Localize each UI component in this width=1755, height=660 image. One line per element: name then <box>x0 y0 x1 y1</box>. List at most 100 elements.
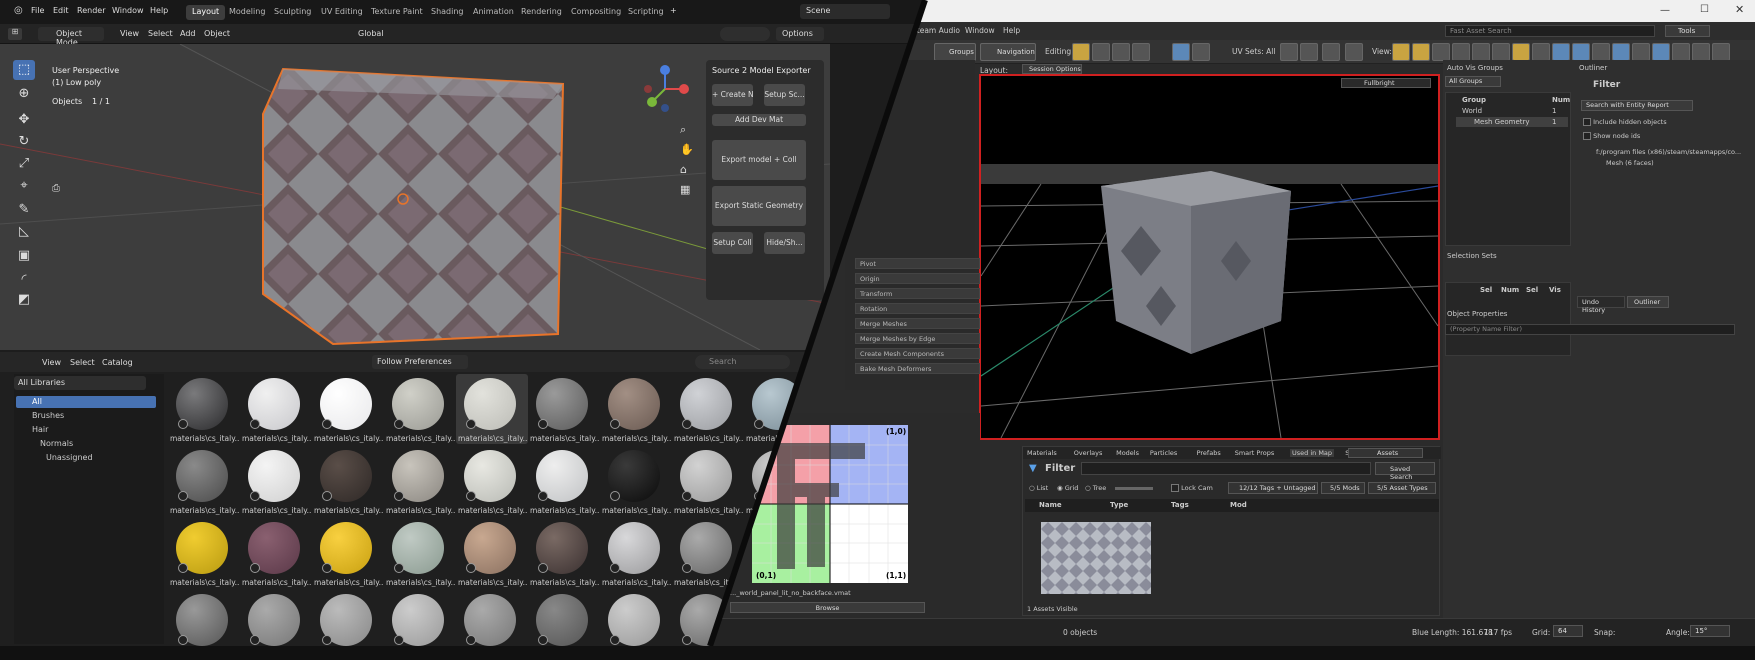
setup-scene-button[interactable]: Setup Sc... <box>764 84 805 106</box>
mesh-op-button[interactable]: Merge Meshes <box>855 318 980 329</box>
browse-button[interactable]: Browse <box>730 602 925 613</box>
asset-menu-catalog[interactable]: Catalog <box>102 358 133 367</box>
tools-dropdown[interactable]: Tools <box>1665 25 1710 37</box>
asset-thumbnail-material[interactable]: materials\cs_italy... <box>312 446 384 516</box>
view-runner-icon[interactable] <box>1532 43 1550 61</box>
asset-thumbnail-material[interactable]: materials\cs_italy... <box>528 374 600 444</box>
view-expand-icon[interactable] <box>1712 43 1730 61</box>
add-workspace-button[interactable]: + <box>670 6 677 15</box>
pan-hand-icon[interactable]: ✋ <box>680 144 694 155</box>
maximize-icon[interactable]: ☐ <box>1700 4 1709 15</box>
tags-filter-button[interactable]: 12/12 Tags + Untagged <box>1228 482 1318 494</box>
col-name[interactable]: Name <box>1039 501 1062 509</box>
menu-add[interactable]: Add <box>180 29 196 38</box>
view-list-radio[interactable]: ○ List <box>1029 484 1048 492</box>
grid-size-dropdown[interactable]: 64 <box>1553 625 1583 637</box>
hide-show-button[interactable]: Hide/Sh... <box>764 232 805 254</box>
mods-filter-button[interactable]: 5/5 Mods <box>1321 482 1365 494</box>
asset-tab[interactable]: Prefabs <box>1197 449 1221 457</box>
asset-thumbnail-material[interactable]: materials\cs_italy... <box>168 374 240 444</box>
cursor-icon[interactable]: ⊕ <box>13 84 35 104</box>
saved-search-button[interactable]: Saved Search <box>1375 462 1435 481</box>
rotate-icon[interactable]: ↻ <box>13 132 35 152</box>
asset-tab[interactable]: Materials <box>1027 449 1057 457</box>
asset-thumbnail-material[interactable]: materials\cs_italy... <box>456 374 528 444</box>
import-method-dropdown[interactable]: Follow Preferences <box>372 355 468 369</box>
asset-thumbnail-material[interactable] <box>528 590 600 660</box>
tab-animation[interactable]: Animation <box>467 5 520 20</box>
mesh-op-button[interactable]: Bake Mesh Deformers <box>855 363 980 374</box>
col-tags[interactable]: Tags <box>1171 501 1189 509</box>
view-lights-icon[interactable] <box>1432 43 1450 61</box>
col-type[interactable]: Type <box>1110 501 1128 509</box>
property-filter-input[interactable]: (Property Name Filter) <box>1445 324 1735 335</box>
mesh-op-button[interactable]: Transform <box>855 288 980 299</box>
show-node-ids-checkbox[interactable]: Show node ids <box>1583 132 1640 140</box>
transform-orientation-dropdown[interactable]: Global <box>358 29 384 38</box>
view-mushroom-icon[interactable] <box>1452 43 1470 61</box>
view-audio-icon[interactable] <box>1572 43 1590 61</box>
asset-thumbnail[interactable] <box>1041 522 1151 594</box>
snap-icon[interactable] <box>1300 43 1318 61</box>
texture-lock-icon[interactable] <box>1280 43 1298 61</box>
menu-help[interactable]: Help <box>150 6 168 15</box>
asset-thumbnail-material[interactable] <box>600 590 672 660</box>
mesh-op-button[interactable]: Create Mesh Components <box>855 348 980 359</box>
bevel-icon[interactable] <box>1322 43 1340 61</box>
gamepad-icon[interactable] <box>1345 43 1363 61</box>
transform-icon[interactable]: ⌖ <box>13 176 35 196</box>
asset-menu-view[interactable]: View <box>42 358 61 367</box>
scene-selector[interactable]: Scene <box>800 4 890 19</box>
thumbnail-size-slider[interactable] <box>1115 487 1153 490</box>
editor-type-icon[interactable]: ⊞ <box>8 28 22 40</box>
assets-dropdown[interactable]: Assets <box>1348 448 1423 458</box>
tab-outliner[interactable]: Outliner <box>1627 296 1669 308</box>
mode-dropdown[interactable]: Object Mode <box>38 27 104 47</box>
view-curve-icon[interactable] <box>1632 43 1650 61</box>
asset-thumbnail-material[interactable]: materials\cs_italy... <box>384 446 456 516</box>
asset-thumbnail-material[interactable]: materials\cs_italy... <box>384 518 456 588</box>
catalog-hair[interactable]: Hair <box>32 425 48 434</box>
asset-thumbnail-material[interactable]: materials\cs_italy... <box>312 518 384 588</box>
hammer-3d-viewport[interactable]: Fullbright <box>979 74 1440 440</box>
asset-thumbnail-material[interactable]: materials\cs_italy... <box>456 446 528 516</box>
asset-menu-select[interactable]: Select <box>70 358 95 367</box>
pivot-icon[interactable] <box>1192 43 1210 61</box>
menu-view[interactable]: View <box>120 29 139 38</box>
view-text-icon[interactable] <box>1412 43 1430 61</box>
tab-shading[interactable]: Shading <box>425 5 470 20</box>
viewport-mode-dropdown[interactable]: Fullbright <box>1341 78 1431 88</box>
catalog-all[interactable]: All <box>16 396 156 408</box>
menu-select[interactable]: Select <box>148 29 173 38</box>
view-blocks-icon[interactable] <box>1492 43 1510 61</box>
measure-icon[interactable]: ◺ <box>13 222 35 242</box>
view-sphere-icon[interactable] <box>1592 43 1610 61</box>
asset-thumbnail-material[interactable] <box>240 590 312 660</box>
mesh-edit-icon[interactable] <box>1072 43 1090 61</box>
asset-thumbnail-material[interactable]: materials\cs_italy... <box>456 518 528 588</box>
asset-thumbnail-material[interactable]: materials\cs_italy... <box>600 518 672 588</box>
setup-coll-button[interactable]: Setup Coll <box>712 232 753 254</box>
menu-object[interactable]: Object <box>204 29 230 38</box>
col-mod[interactable]: Mod <box>1230 501 1247 509</box>
tab-layout[interactable]: Layout <box>186 5 226 20</box>
3d-viewport[interactable]: User Perspective (1) Low poly Objects 1 … <box>0 44 830 350</box>
vertex-icon[interactable] <box>1092 43 1110 61</box>
asset-tab[interactable]: Used in Map <box>1290 449 1335 457</box>
view-tree-radio[interactable]: ○ Tree <box>1085 484 1106 492</box>
library-dropdown[interactable]: All Libraries <box>14 376 146 390</box>
asset-thumbnail-material[interactable]: materials\cs_italy... <box>240 374 312 444</box>
menu-render[interactable]: Render <box>77 6 105 15</box>
bend-icon[interactable]: ◜ <box>13 270 35 290</box>
view-pin-icon[interactable] <box>1612 43 1630 61</box>
vis-row-world[interactable]: World <box>1462 107 1482 115</box>
view-cube-icon[interactable] <box>1552 43 1570 61</box>
close-icon[interactable]: ✕ <box>1735 3 1744 16</box>
asset-thumbnail-material[interactable]: materials\cs_italy... <box>240 518 312 588</box>
include-hidden-checkbox[interactable]: Include hidden objects <box>1583 118 1667 126</box>
vis-row-mesh[interactable]: Mesh Geometry <box>1474 118 1530 126</box>
tab-compositing[interactable]: Compositing <box>565 5 627 20</box>
textured-cube[interactable] <box>258 64 568 354</box>
search-entity-report-button[interactable]: Search with Entity Report <box>1581 100 1693 111</box>
tab-scripting[interactable]: Scripting <box>622 5 670 20</box>
